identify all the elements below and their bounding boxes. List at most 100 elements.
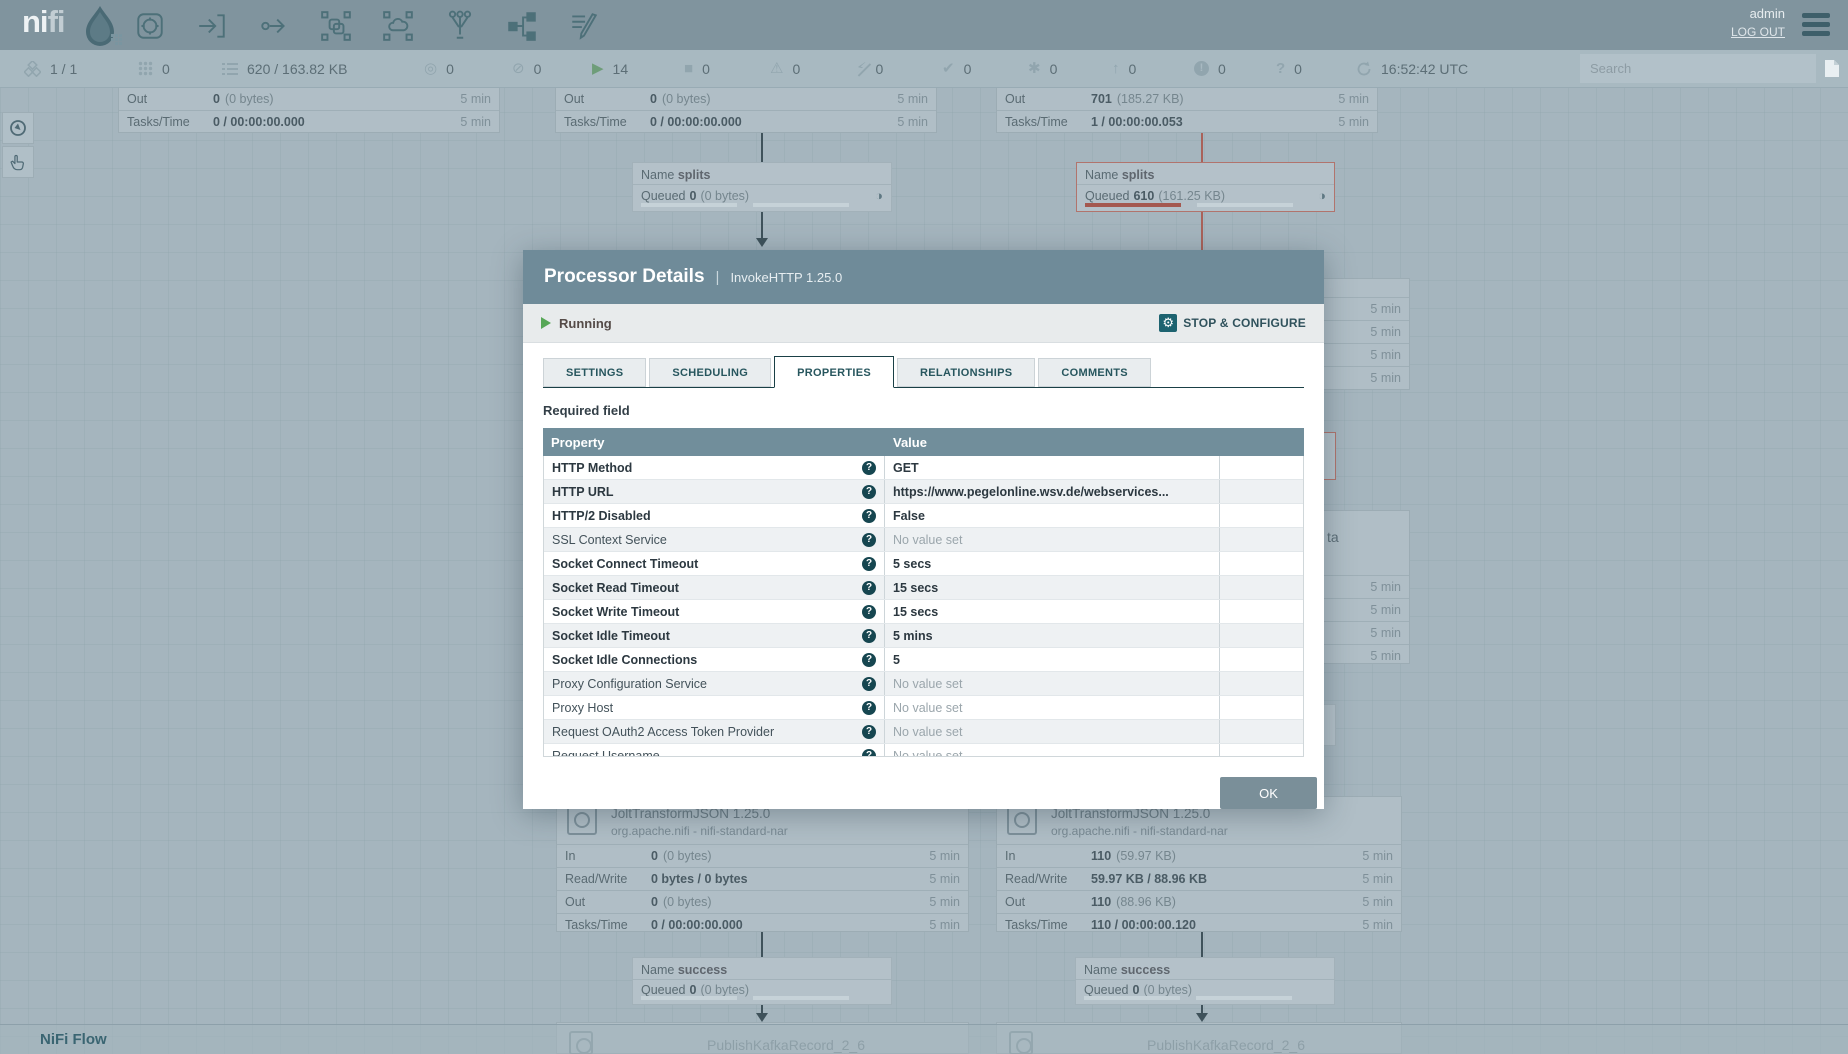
processor-top-left: Out0(0 bytes)5 min Tasks/Time0 / 00:00:0… [118, 87, 500, 133]
connection-line [761, 932, 763, 957]
properties-table-header: Property Value [543, 428, 1304, 456]
tab-scheduling[interactable]: SCHEDULING [649, 358, 771, 387]
gear-icon: ⚙ [1159, 314, 1177, 332]
connection-line [761, 133, 763, 162]
connection-arrow [756, 238, 768, 247]
active-threads-status: 0 [138, 50, 170, 87]
connection-line [761, 1005, 763, 1013]
property-row: Socket Idle Timeout?5 mins [544, 624, 1303, 648]
bulletin-doc-icon[interactable] [1824, 59, 1840, 83]
tab-properties[interactable]: PROPERTIES [774, 356, 894, 388]
help-icon[interactable]: ? [862, 533, 876, 547]
template-icon[interactable] [506, 10, 538, 42]
connection-line-backpressure [1201, 133, 1203, 162]
not-transmitting-icon: ⊘ [512, 61, 525, 76]
running-state-icon [541, 317, 551, 329]
help-icon[interactable]: ? [862, 653, 876, 667]
tab-settings[interactable]: SETTINGS [543, 358, 646, 387]
help-icon[interactable]: ? [862, 701, 876, 715]
help-icon[interactable]: ? [862, 605, 876, 619]
help-icon[interactable]: ? [862, 509, 876, 523]
processor-details-dialog: Processor Details | InvokeHTTP 1.25.0 Ru… [523, 250, 1324, 808]
process-group-icon[interactable] [320, 10, 352, 42]
connection-label-splits-left: Name splits Queued0(0 bytes)◑ [632, 162, 892, 212]
disabled-icon: ⚡ [856, 61, 867, 76]
property-row: Socket Idle Connections?5 [544, 648, 1303, 672]
stopped-icon: ■ [684, 61, 693, 76]
stopped-status: ■0 [684, 50, 710, 87]
output-port-icon[interactable] [258, 10, 290, 42]
connection-arrow [756, 1013, 768, 1022]
ok-button[interactable]: OK [1220, 777, 1317, 809]
help-icon[interactable]: ? [862, 629, 876, 643]
input-port-icon[interactable] [196, 10, 228, 42]
locally-modified-stale-status: !0 [1194, 50, 1226, 87]
required-field-note: Required field [543, 403, 1304, 418]
compass-icon [8, 118, 28, 138]
refresh-icon[interactable] [1356, 61, 1372, 77]
not-transmitting-status: ⊘0 [512, 50, 541, 87]
remote-process-group-icon[interactable] [382, 10, 414, 42]
navigate-palette-button[interactable] [2, 112, 34, 144]
column-value: Value [885, 435, 1220, 450]
invalid-status: ⚠0 [770, 50, 800, 87]
current-user: admin [1731, 6, 1785, 21]
run-state-label: Running [559, 316, 612, 331]
transmitting-icon: ◎ [424, 61, 437, 76]
help-icon[interactable]: ? [862, 581, 876, 595]
logout-link[interactable]: LOG OUT [1731, 25, 1785, 39]
connection-label-success-left: Name success Queued0(0 bytes) [632, 957, 892, 1005]
locally-modified-icon: ✱ [1028, 61, 1041, 76]
hand-icon [8, 152, 28, 172]
up-to-date-status: ✔0 [942, 50, 971, 87]
stop-and-configure-button[interactable]: ⚙ STOP & CONFIGURE [1159, 314, 1306, 332]
nifi-drop-icon [84, 4, 124, 50]
tab-relationships[interactable]: RELATIONSHIPS [897, 358, 1035, 387]
help-icon[interactable]: ? [862, 677, 876, 691]
property-row: HTTP Method?GET [544, 456, 1303, 480]
operate-palette-button[interactable] [2, 146, 34, 178]
cluster-status: 1 / 1 [24, 50, 77, 87]
nifi-logo: nifi [22, 4, 65, 48]
user-area: admin LOG OUT [1731, 6, 1785, 39]
global-menu-button[interactable] [1802, 13, 1830, 40]
tab-comments[interactable]: COMMENTS [1038, 358, 1151, 387]
help-icon[interactable]: ? [862, 461, 876, 475]
stale-status: ↑0 [1112, 50, 1136, 87]
label-icon[interactable] [568, 10, 600, 42]
load-balance-icon: ◑ [1318, 188, 1326, 203]
connection-line [1201, 1005, 1203, 1013]
connection-line [761, 212, 763, 238]
dialog-title: Processor Details [544, 266, 705, 288]
exclamation-icon: ! [1194, 61, 1209, 76]
help-icon[interactable]: ? [862, 485, 876, 499]
connection-label-splits-right: Name splits Queued610(161.25 KB)◑ [1076, 162, 1335, 212]
connection-arrow [1196, 1013, 1208, 1022]
sync-failure-status: ?0 [1276, 50, 1302, 87]
processor-top-right: Out701(185.27 KB)5 min Tasks/Time1 / 00:… [996, 87, 1378, 133]
help-icon[interactable]: ? [862, 725, 876, 739]
property-row: HTTP/2 Disabled?False [544, 504, 1303, 528]
connection-line [1201, 932, 1203, 957]
nifi-app: Out0(0 bytes)5 min Tasks/Time0 / 00:00:0… [0, 0, 1848, 1054]
funnel-icon[interactable] [444, 10, 476, 42]
breadcrumb-bar: NiFi Flow [0, 1024, 1848, 1054]
transmitting-status: ◎0 [424, 50, 454, 87]
connection-line-backpressure [1201, 212, 1203, 250]
stale-icon: ↑ [1112, 61, 1120, 76]
help-icon[interactable]: ? [862, 749, 876, 758]
breadcrumb[interactable]: NiFi Flow [40, 1031, 107, 1048]
search-input[interactable] [1580, 54, 1816, 83]
property-row: HTTP URL?https://www.pegelonline.wsv.de/… [544, 480, 1303, 504]
property-row: Proxy Configuration Service?No value set [544, 672, 1303, 696]
locally-modified-status: ✱0 [1028, 50, 1057, 87]
queued-icon [222, 62, 238, 76]
help-icon[interactable]: ? [862, 557, 876, 571]
processor-jolt-left: JoltTransformJSON 1.25.0org.apache.nifi … [556, 796, 969, 932]
property-row: Request OAuth2 Access Token Provider?No … [544, 720, 1303, 744]
property-row: Proxy Host?No value set [544, 696, 1303, 720]
dialog-header: Processor Details | InvokeHTTP 1.25.0 [523, 250, 1324, 304]
property-row: SSL Context Service?No value set [544, 528, 1303, 552]
property-row: Request Username?No value set [544, 744, 1303, 757]
processor-component-icon[interactable] [134, 10, 166, 42]
